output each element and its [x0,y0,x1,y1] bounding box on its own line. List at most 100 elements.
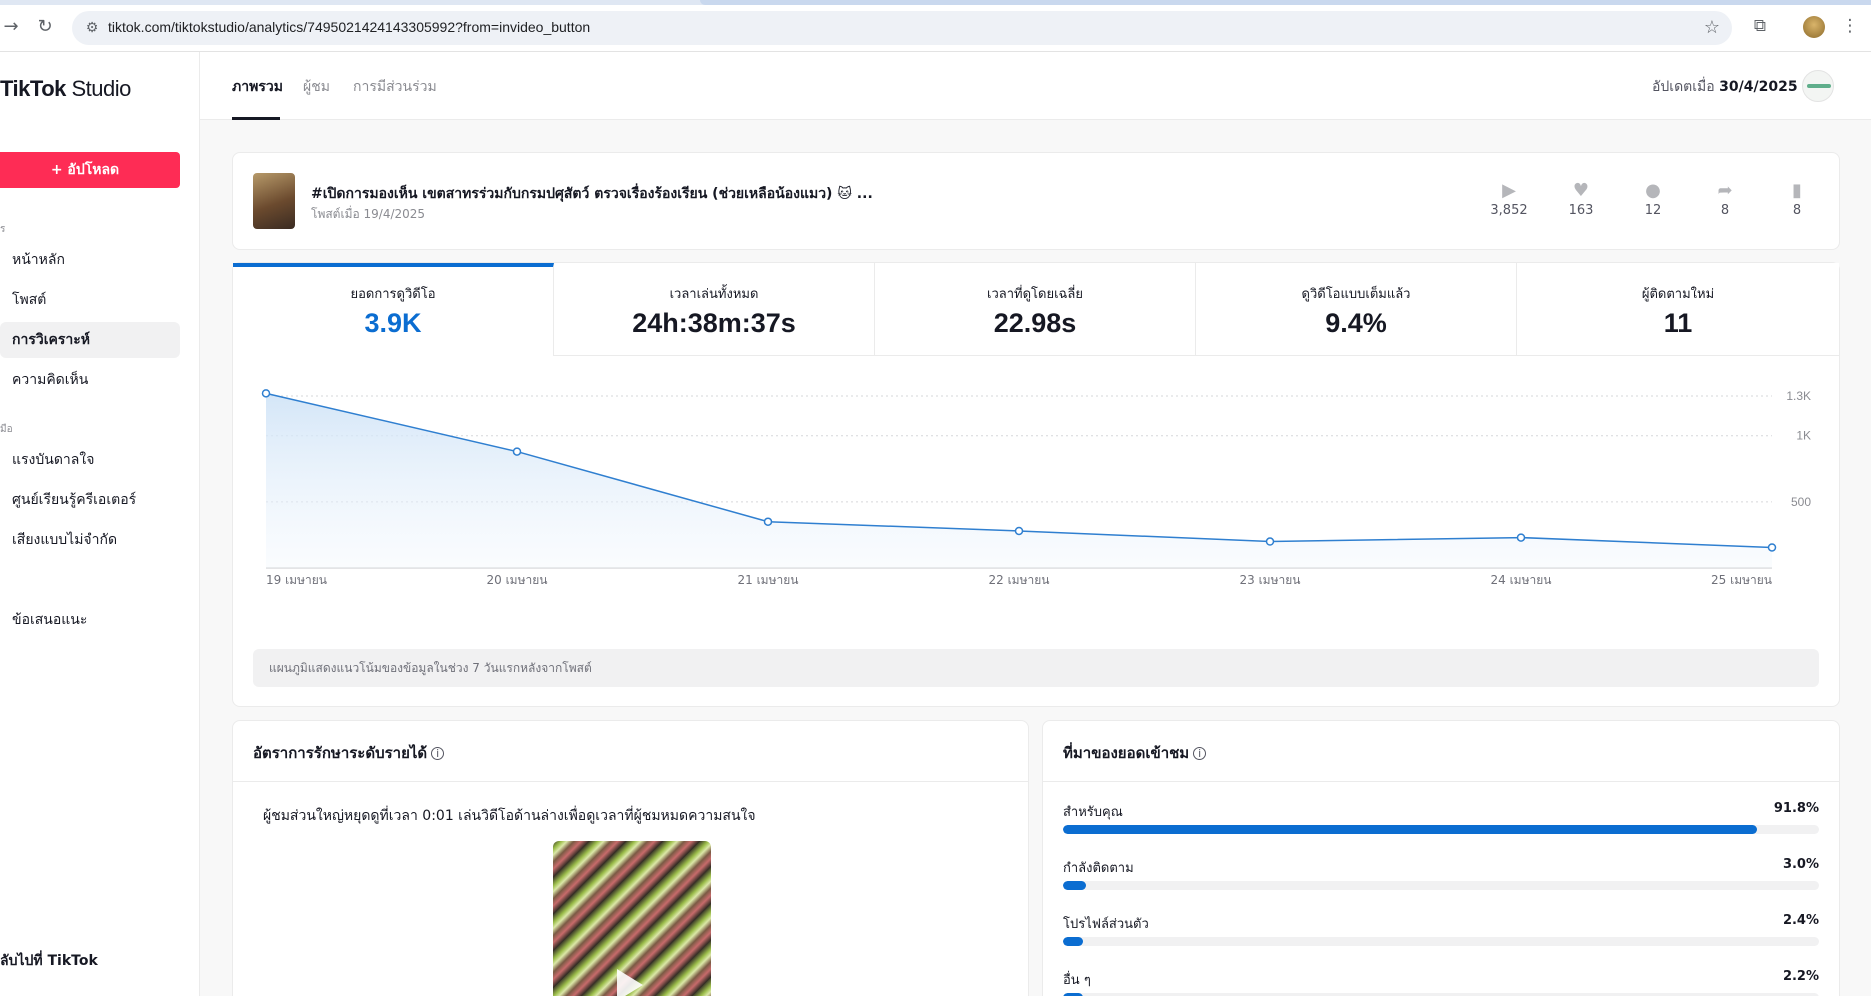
traffic-source-percent: 91.8% [1773,801,1819,816]
sidebar-section-manage: ร [0,224,6,235]
x-tick-label: 19 เมษายน [266,573,327,587]
info-icon[interactable]: i [431,747,445,760]
last-updated: อัปเดตเมื่อ 30/4/2025 [1652,79,1798,95]
saves-stat: ▮ 8 [1771,180,1823,219]
data-point [1265,537,1275,546]
sidebar-section-tools: มือ [0,424,13,435]
retention-description: ผู้ชมส่วนใหญ่หยุดดูที่เวลา 0:01 เล่นวิดี… [263,808,756,824]
views-stat: ▶ 3,852 [1483,180,1535,219]
site-settings-icon[interactable]: ⚙ [82,18,102,38]
comment-icon: ● [1645,180,1661,201]
video-thumbnail[interactable] [253,173,295,229]
x-tick-label: 23 เมษายน [1240,573,1301,587]
heart-icon: ♥ [1572,180,1590,201]
metric-video-views[interactable]: ยอดการดูวิดีโอ 3.9K [233,263,554,356]
likes-stat: ♥ 163 [1555,180,1607,219]
retention-video-player[interactable] [553,841,711,996]
play-icon[interactable] [617,969,643,996]
tab-engagement[interactable]: การมีส่วนร่วม [353,76,437,98]
address-bar[interactable]: ⚙ tiktok.com/tiktokstudio/analytics/7495… [72,11,1732,45]
url-text[interactable]: tiktok.com/tiktokstudio/analytics/749502… [108,19,590,35]
metric-watched-full-video[interactable]: ดูวิดีโอแบบเต็มแล้ว 9.4% [1196,263,1517,356]
tiktok-studio-logo[interactable]: TikTok Studio [0,76,131,102]
traffic-source-bar-track [1063,881,1819,890]
x-tick-label: 25 เมษายน [1711,573,1772,587]
traffic-source-row: สำหรับคุณ 91.8% [1063,801,1819,841]
retention-title: อัตราการรักษาระดับรายได้ i [253,741,445,765]
profile-avatar[interactable] [1803,16,1825,38]
traffic-source-bar-fill [1063,825,1757,834]
sidebar-item-analytics[interactable]: การวิเคราะห์ [0,322,180,358]
y-tick-label: 1.3K [1786,389,1811,403]
sidebar-item-home[interactable]: หน้าหลัก [0,242,180,278]
metric-new-followers[interactable]: ผู้ติดตามใหม่ 11 [1517,263,1839,356]
tab-viewers[interactable]: ผู้ชม [303,76,330,98]
forward-arrow-icon[interactable]: → [0,16,22,38]
metrics-chart-card: ยอดการดูวิดีโอ 3.9K เวลาเล่นทั้งหมด 24h:38… [232,262,1840,707]
tab-strip [0,0,1871,5]
x-tick-label: 22 เมษายน [989,573,1050,587]
views-area [266,393,1772,568]
y-tick-label: 500 [1791,495,1811,509]
bookmark-icon: ▮ [1792,180,1802,201]
x-tick-label: 21 เมษายน [738,573,799,587]
sidebar-item-inspiration[interactable]: แรงบันดาลใจ [0,442,180,478]
shares-stat: ➦ 8 [1699,180,1751,219]
sidebar-item-comments[interactable]: ความคิดเห็น [0,362,180,398]
traffic-source-row: อื่น ๆ 2.2% [1063,969,1819,996]
video-posted-date: โพสต์เมื่อ 19/4/2025 [311,207,426,221]
views-line-chart[interactable]: 19 เมษายน 20 เมษายน 21 เมษายน 22 เมษายน 23 เ… [233,356,1839,641]
traffic-source-label: โปรไฟล์ส่วนตัว [1063,917,1149,932]
traffic-source-bar-fill [1063,881,1086,890]
analytics-topbar: ภาพรวม ผู้ชม การมีส่วนร่วม อัปเดตเมื่อ 3… [200,52,1871,120]
traffic-source-percent: 3.0% [1782,857,1819,872]
extensions-icon[interactable]: ⧉ [1748,14,1772,38]
data-point [763,517,773,526]
metric-total-play-time[interactable]: เวลาเล่นทั้งหมด 24h:38m:37s [554,263,875,356]
bookmark-star-icon[interactable]: ☆ [1704,17,1720,38]
traffic-source-percent: 2.4% [1782,913,1819,928]
info-icon[interactable]: i [1193,747,1207,760]
x-tick-label: 20 เมษายน [487,573,548,587]
tab-overview[interactable]: ภาพรวม [232,76,283,98]
browser-toolbar: → ↻ ⚙ tiktok.com/tiktokstudio/analytics/… [0,0,1871,52]
divider [233,781,1028,782]
account-avatar[interactable] [1802,70,1834,102]
sidebar-item-posts[interactable]: โพสต์ [0,282,180,318]
active-tab-indicator [232,117,280,120]
comments-stat: ● 12 [1627,180,1679,219]
divider [1043,781,1839,782]
y-tick-label: 1K [1796,429,1811,443]
back-to-tiktok-link[interactable]: ลับไปที่ TikTok [0,950,98,972]
reload-icon[interactable]: ↻ [34,16,56,38]
browser-menu-icon[interactable]: ⋮ [1838,14,1862,38]
sidebar-item-feedback[interactable]: ข้อเสนอแนะ [0,602,180,638]
sidebar: TikTok Studio + อัปโหลด ร หน้าหลัก โพสต์… [0,52,200,996]
sidebar-item-unlimited-sounds[interactable]: เสียงแบบไม่จำกัด [0,522,180,558]
traffic-source-row: โปรไฟล์ส่วนตัว 2.4% [1063,913,1819,953]
play-icon: ▶ [1502,180,1516,201]
data-point [1516,533,1526,542]
data-point [1767,543,1777,552]
data-point [261,389,271,398]
metric-average-watch-time[interactable]: เวลาที่ดูโดยเฉลี่ย 22.98s [875,263,1196,356]
traffic-source-card: ที่มาของยอดเข้าชม i สำหรับคุณ 91.8% กำลังติ… [1042,720,1840,996]
retention-card: อัตราการรักษาระดับรายได้ i ผู้ชมส่วนใหญ่ห… [232,720,1029,996]
video-title: #เปิดการมองเห็น เขตสาทรร่วมกับกรมปศุสัตว… [311,186,873,202]
traffic-source-bar-track [1063,937,1819,946]
traffic-title: ที่มาของยอดเข้าชม i [1063,741,1207,765]
traffic-source-label: อื่น ๆ [1063,973,1091,988]
traffic-source-row: กำลังติดตาม 3.0% [1063,857,1819,897]
traffic-source-bar-track [1063,825,1819,834]
upload-button[interactable]: + อัปโหลด [0,152,180,188]
data-point [1014,526,1024,536]
sidebar-item-creator-academy[interactable]: ศูนย์เรียนรู้ครีเอเตอร์ [0,482,180,518]
traffic-source-label: กำลังติดตาม [1063,861,1134,876]
x-tick-label: 24 เมษายน [1491,573,1552,587]
traffic-source-percent: 2.2% [1782,969,1819,984]
chart-note: แผนภูมิแสดงแนวโน้มของข้อมูลในช่วง 7 วันแ… [253,649,1819,687]
traffic-source-label: สำหรับคุณ [1063,805,1123,820]
video-summary-card: #เปิดการมองเห็น เขตสาทรร่วมกับกรมปศุสัตว… [232,152,1840,250]
traffic-source-bar-fill [1063,937,1083,946]
share-icon: ➦ [1717,180,1733,201]
